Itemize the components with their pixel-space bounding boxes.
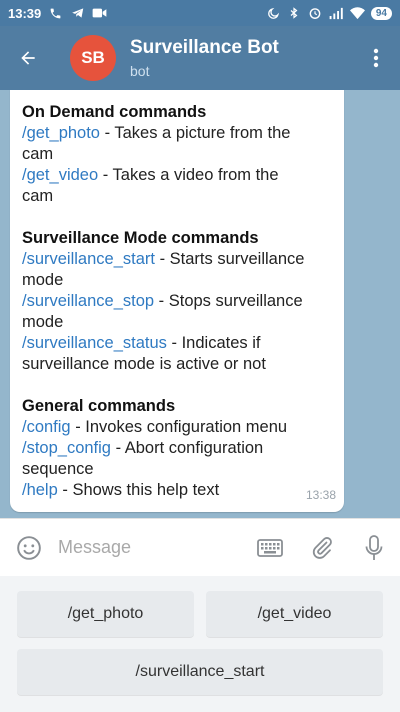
message-line: /config - Invokes configuration menu [22, 417, 332, 438]
bluetooth-icon [287, 6, 302, 21]
chat-area[interactable]: On Demand commands/get_photo - Takes a p… [0, 90, 400, 518]
message-text: On Demand commands/get_photo - Takes a p… [22, 102, 332, 501]
status-time: 13:39 [8, 5, 42, 21]
command-description: - Takes a picture from the [100, 124, 291, 142]
message-line: /surveillance_stop - Stops surveillance [22, 291, 332, 312]
command-description: cam [22, 145, 54, 163]
bot-keyboard: /get_photo /get_video /surveillance_star… [0, 576, 400, 712]
section-heading: General commands [22, 397, 176, 415]
more-vertical-icon [373, 48, 379, 68]
message-line: /surveillance_status - Indicates if [22, 333, 332, 354]
command-description: - Abort configuration [110, 439, 264, 457]
message-line: On Demand commands [22, 102, 332, 123]
command-link[interactable]: /get_photo [22, 124, 100, 142]
command-link[interactable]: /help [22, 481, 58, 499]
command-description: - Takes a video from the [98, 166, 279, 184]
avatar[interactable]: SB [70, 35, 116, 81]
command-description: - Indicates if [166, 334, 261, 352]
chat-subtitle: bot [130, 63, 150, 79]
microphone-icon [365, 534, 383, 560]
command-description: sequence [22, 460, 94, 478]
attach-button[interactable] [296, 519, 348, 577]
bot-keyboard-button[interactable] [244, 519, 296, 577]
voice-button[interactable] [348, 519, 400, 577]
message-line: surveillance mode is active or not [22, 354, 332, 375]
alarm-icon [308, 6, 323, 21]
message-line: cam [22, 186, 332, 207]
command-link[interactable]: /surveillance_start [22, 250, 155, 268]
section-heading: On Demand commands [22, 103, 207, 121]
message-line: /get_photo - Takes a picture from the [22, 123, 332, 144]
chat-title: Surveillance Bot [130, 37, 279, 58]
video-icon [92, 6, 107, 21]
message-input[interactable] [58, 537, 238, 558]
chat-title-block[interactable]: Surveillance Bot bot [130, 37, 279, 79]
emoji-icon [17, 535, 41, 560]
message-line: General commands [22, 396, 332, 417]
telegram-icon [70, 6, 85, 21]
message-line: mode [22, 312, 332, 333]
signal-icon [329, 6, 344, 21]
battery-indicator: 94 [370, 6, 392, 20]
paperclip-icon [312, 536, 332, 559]
chat-header: SB Surveillance Bot bot [0, 26, 400, 90]
kb-button-get-photo[interactable]: /get_photo [17, 591, 194, 637]
command-description: - Starts surveillance [154, 250, 305, 268]
message-line: Surveillance Mode commands [22, 228, 332, 249]
section-heading: Surveillance Mode commands [22, 229, 259, 247]
command-link[interactable]: /stop_config [22, 439, 111, 457]
moon-icon [266, 6, 281, 21]
command-description: - Invokes configuration menu [70, 418, 288, 436]
message-line: /stop_config - Abort configuration [22, 438, 332, 459]
command-description: - Shows this help text [57, 481, 220, 499]
emoji-button[interactable] [0, 519, 58, 577]
message-bubble[interactable]: On Demand commands/get_photo - Takes a p… [10, 90, 344, 512]
command-link[interactable]: /config [22, 418, 71, 436]
message-time: 13:38 [305, 488, 336, 502]
kb-button-get-video[interactable]: /get_video [206, 591, 383, 637]
command-description: mode [22, 313, 64, 331]
phone-icon [48, 6, 63, 21]
command-link[interactable]: /surveillance_status [22, 334, 167, 352]
back-button[interactable] [0, 26, 56, 90]
command-link[interactable]: /get_video [22, 166, 98, 184]
message-line: mode [22, 270, 332, 291]
more-menu-button[interactable] [352, 26, 400, 90]
keyboard-icon [257, 538, 283, 557]
message-line: /get_video - Takes a video from the [22, 165, 332, 186]
command-description: mode [22, 271, 64, 289]
message-input-bar [0, 518, 400, 576]
command-description: - Stops surveillance [154, 292, 303, 310]
status-bar: 13:39 94 [0, 0, 400, 26]
message-line: /help - Shows this help text [22, 480, 332, 501]
message-line: sequence [22, 459, 332, 480]
wifi-icon [349, 6, 365, 21]
command-description: surveillance mode is active or not [22, 355, 266, 373]
command-link[interactable]: /surveillance_stop [22, 292, 154, 310]
back-arrow-icon [21, 51, 35, 65]
kb-button-surveillance-start[interactable]: /surveillance_start [17, 649, 383, 695]
command-description: cam [22, 187, 54, 205]
message-line: /surveillance_start - Starts surveillanc… [22, 249, 332, 270]
message-line: cam [22, 144, 332, 165]
